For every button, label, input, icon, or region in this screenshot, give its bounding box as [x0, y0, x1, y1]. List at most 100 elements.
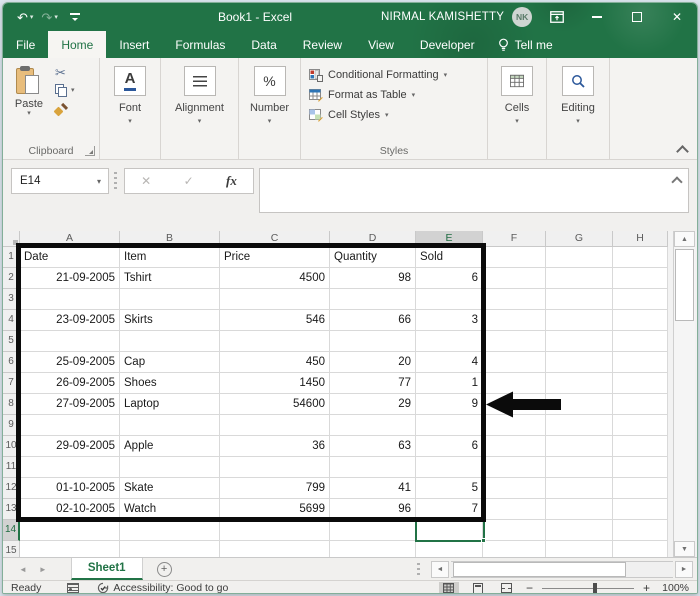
cell-G5[interactable]: [546, 331, 613, 352]
conditional-formatting-button[interactable]: Conditional Formatting ▾: [309, 65, 487, 85]
ribbon-tab-insert[interactable]: Insert: [106, 31, 162, 58]
cell-G4[interactable]: [546, 310, 613, 331]
column-header-g[interactable]: G: [546, 231, 613, 247]
cell-F13[interactable]: [483, 499, 546, 520]
ribbon-display-options-button[interactable]: [537, 3, 577, 31]
ribbon-tab-formulas[interactable]: Formulas: [162, 31, 238, 58]
name-box-dropdown-icon[interactable]: ▾: [97, 177, 108, 186]
cell-F8[interactable]: [483, 394, 546, 415]
tab-scroll-splitter[interactable]: [417, 563, 420, 576]
minimize-button[interactable]: [577, 3, 617, 31]
cell-A15[interactable]: [20, 541, 120, 557]
enter-icon[interactable]: ✓: [184, 174, 194, 188]
expand-formula-bar-icon[interactable]: [673, 176, 681, 184]
cell-F6[interactable]: [483, 352, 546, 373]
cell-A2[interactable]: 21-09-2005: [20, 268, 120, 289]
scroll-down-button[interactable]: ▼: [674, 541, 695, 557]
row-header-10[interactable]: 10: [3, 436, 20, 457]
sheet-tab-sheet1[interactable]: Sheet1: [70, 558, 143, 580]
format-painter-icon[interactable]: [53, 102, 69, 117]
cell-D11[interactable]: [330, 457, 416, 478]
cell-E11[interactable]: [416, 457, 483, 478]
cell-E4[interactable]: 3: [416, 310, 483, 331]
row-header-11[interactable]: 11: [3, 457, 20, 478]
column-header-c[interactable]: C: [220, 231, 330, 247]
cell-E3[interactable]: [416, 289, 483, 310]
cell-C9[interactable]: [220, 415, 330, 436]
zoom-out-icon[interactable]: −: [526, 581, 533, 593]
copy-dropdown-icon[interactable]: ▾: [71, 87, 75, 94]
row-header-9[interactable]: 9: [3, 415, 20, 436]
scroll-right-button[interactable]: ►: [675, 561, 693, 578]
next-sheet-icon[interactable]: ►: [39, 565, 47, 574]
cell-C13[interactable]: 5699: [220, 499, 330, 520]
cell-H6[interactable]: [613, 352, 668, 373]
cell-A3[interactable]: [20, 289, 120, 310]
cell-D7[interactable]: 77: [330, 373, 416, 394]
cell-A13[interactable]: 02-10-2005: [20, 499, 120, 520]
cell-B15[interactable]: [120, 541, 220, 557]
column-header-d[interactable]: D: [330, 231, 416, 247]
cell-C5[interactable]: [220, 331, 330, 352]
cell-D13[interactable]: 96: [330, 499, 416, 520]
maximize-button[interactable]: [617, 3, 657, 31]
cell-D10[interactable]: 63: [330, 436, 416, 457]
redo-icon[interactable]: ↷: [41, 11, 52, 24]
cell-B3[interactable]: [120, 289, 220, 310]
row-header-15[interactable]: 15: [3, 541, 20, 557]
cell-E7[interactable]: 1: [416, 373, 483, 394]
cell-E10[interactable]: 6: [416, 436, 483, 457]
conditional-formatting-dropdown-icon[interactable]: ▾: [444, 72, 448, 79]
cell-A6[interactable]: 25-09-2005: [20, 352, 120, 373]
cell-E6[interactable]: 4: [416, 352, 483, 373]
column-header-a[interactable]: A: [20, 231, 120, 247]
cell-A4[interactable]: 23-09-2005: [20, 310, 120, 331]
paste-button[interactable]: Paste ▾: [9, 66, 49, 117]
cell-A1[interactable]: Date: [20, 247, 120, 268]
cell-C14[interactable]: [220, 520, 330, 541]
cell-B7[interactable]: Shoes: [120, 373, 220, 394]
cell-G8[interactable]: [546, 394, 613, 415]
row-header-3[interactable]: 3: [3, 289, 20, 310]
cell-D5[interactable]: [330, 331, 416, 352]
cell-D14[interactable]: [330, 520, 416, 541]
cell-A7[interactable]: 26-09-2005: [20, 373, 120, 394]
cell-F15[interactable]: [483, 541, 546, 557]
cells-group-button[interactable]: Cells ▾: [488, 58, 547, 159]
cell-H15[interactable]: [613, 541, 668, 557]
cell-G11[interactable]: [546, 457, 613, 478]
cell-B12[interactable]: Skate: [120, 478, 220, 499]
editing-dropdown-icon[interactable]: ▾: [576, 118, 580, 125]
format-as-table-dropdown-icon[interactable]: ▾: [412, 92, 416, 99]
column-header-h[interactable]: H: [613, 231, 668, 247]
row-header-5[interactable]: 5: [3, 331, 20, 352]
cell-H12[interactable]: [613, 478, 668, 499]
cell-B13[interactable]: Watch: [120, 499, 220, 520]
avatar[interactable]: NK: [512, 7, 533, 27]
cell-G3[interactable]: [546, 289, 613, 310]
cell-B11[interactable]: [120, 457, 220, 478]
accessibility-status[interactable]: Accessibility: Good to go: [97, 582, 228, 593]
row-header-2[interactable]: 2: [3, 268, 20, 289]
cell-F12[interactable]: [483, 478, 546, 499]
cell-G9[interactable]: [546, 415, 613, 436]
scroll-left-button[interactable]: ◄: [431, 561, 449, 578]
font-dropdown-icon[interactable]: ▾: [128, 118, 132, 125]
cell-E12[interactable]: 5: [416, 478, 483, 499]
alignment-dropdown-icon[interactable]: ▾: [198, 118, 202, 125]
number-dropdown-icon[interactable]: ▾: [268, 118, 272, 125]
column-header-f[interactable]: F: [483, 231, 546, 247]
cell-H8[interactable]: [613, 394, 668, 415]
cell-E13[interactable]: 7: [416, 499, 483, 520]
cell-G15[interactable]: [546, 541, 613, 557]
copy-icon[interactable]: [55, 84, 67, 97]
cell-H7[interactable]: [613, 373, 668, 394]
cell-D9[interactable]: [330, 415, 416, 436]
ribbon-tab-developer[interactable]: Developer: [407, 31, 488, 58]
ribbon-tab-file[interactable]: File: [3, 31, 48, 58]
clipboard-dialog-launcher-icon[interactable]: [85, 146, 95, 156]
cell-C8[interactable]: 54600: [220, 394, 330, 415]
cell-F1[interactable]: [483, 247, 546, 268]
cell-F14[interactable]: [483, 520, 546, 541]
cell-A5[interactable]: [20, 331, 120, 352]
